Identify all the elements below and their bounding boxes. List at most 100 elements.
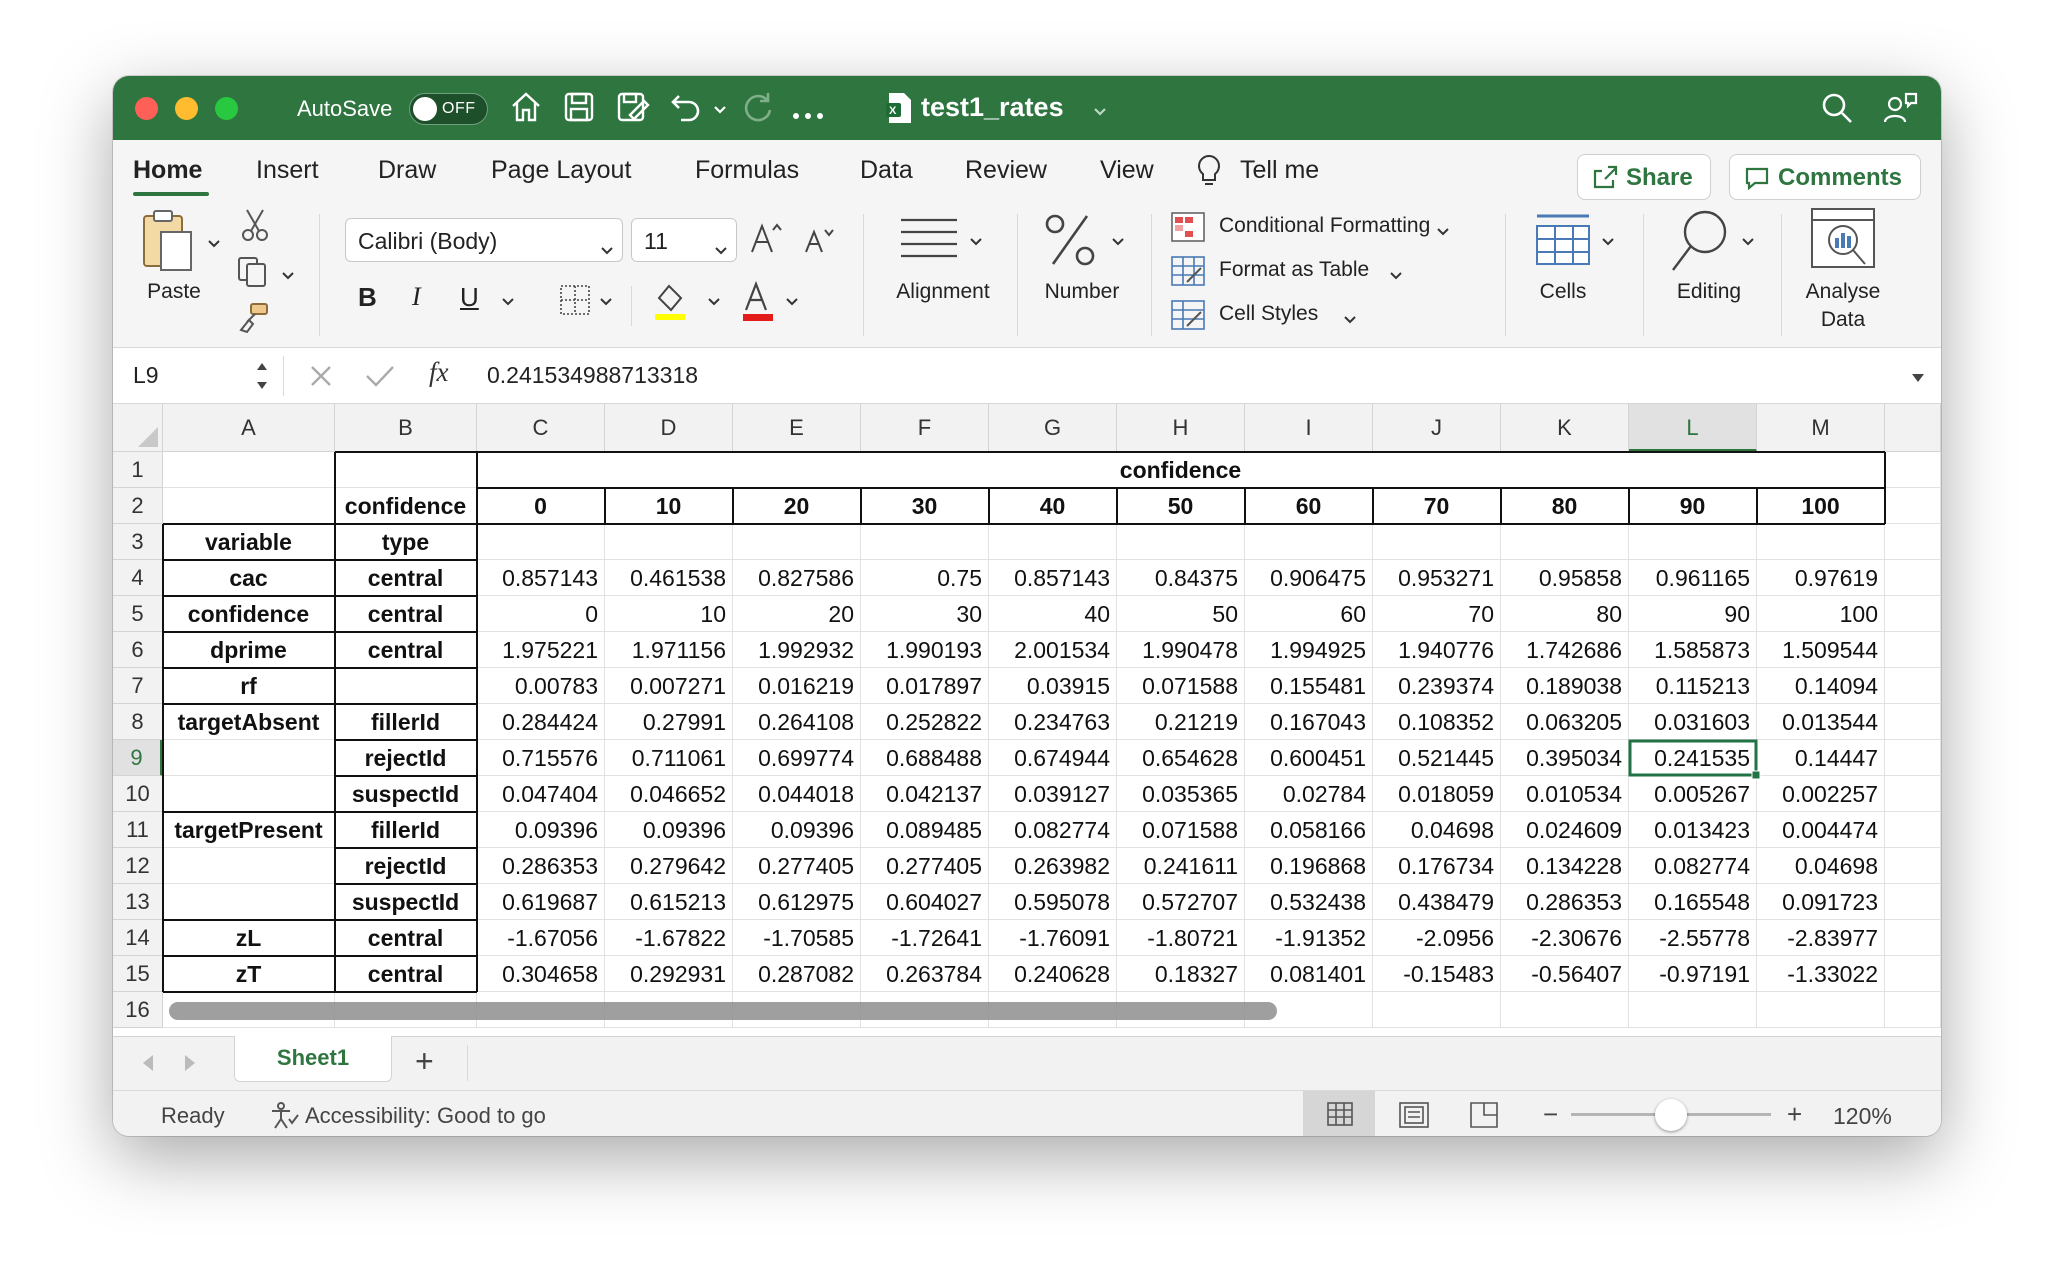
row-header[interactable]: 15	[113, 956, 163, 992]
cell[interactable]: rf	[163, 668, 335, 704]
cell[interactable]: 0.395034	[1501, 740, 1629, 776]
tab-view[interactable]: View	[1100, 156, 1154, 185]
cell[interactable]: 60	[1245, 488, 1373, 524]
borders-icon[interactable]	[559, 284, 591, 321]
cell[interactable]: 0.711061	[605, 740, 733, 776]
cut-icon[interactable]	[241, 208, 269, 247]
cell[interactable]: 0.240628	[989, 956, 1117, 992]
accessibility-icon[interactable]	[269, 1101, 299, 1134]
cell[interactable]: 2.001534	[989, 632, 1117, 668]
cell[interactable]	[1501, 524, 1629, 560]
borders-chevron-down-icon[interactable]	[599, 294, 613, 312]
column-header[interactable]: D	[605, 404, 733, 452]
increase-font-size-icon[interactable]	[749, 220, 785, 261]
column-header[interactable]: I	[1245, 404, 1373, 452]
cell[interactable]: 0.21219	[1117, 704, 1245, 740]
copy-icon[interactable]	[237, 256, 273, 293]
cell[interactable]: -0.56407	[1501, 956, 1629, 992]
cell[interactable]: 0.063205	[1501, 704, 1629, 740]
cell[interactable]: 70	[1373, 488, 1501, 524]
cell[interactable]: 0.09396	[733, 812, 861, 848]
column-header[interactable]: F	[861, 404, 989, 452]
cell[interactable]: 0.004474	[1757, 812, 1885, 848]
expand-formula-bar-icon[interactable]	[1911, 370, 1925, 388]
cell[interactable]: 30	[861, 488, 989, 524]
share-button[interactable]: Share	[1577, 154, 1711, 200]
row-header[interactable]: 16	[113, 992, 163, 1028]
tab-review[interactable]: Review	[965, 156, 1047, 185]
cell[interactable]: 0.604027	[861, 884, 989, 920]
cell[interactable]: 0.071588	[1117, 668, 1245, 704]
cell-styles-chevron-down-icon[interactable]	[1343, 312, 1357, 330]
cell[interactable]	[1885, 668, 1941, 704]
cell[interactable]: 0.00783	[477, 668, 605, 704]
column-header[interactable]: K	[1501, 404, 1629, 452]
fill-color-icon[interactable]	[653, 282, 687, 327]
previous-sheet-icon[interactable]	[141, 1053, 155, 1078]
zoom-level[interactable]: 120%	[1833, 1103, 1892, 1130]
cell[interactable]: 50	[1117, 488, 1245, 524]
cell[interactable]: 0.189038	[1501, 668, 1629, 704]
normal-view-button[interactable]	[1303, 1091, 1375, 1136]
next-sheet-icon[interactable]	[183, 1053, 197, 1078]
cell[interactable]: 100	[1757, 596, 1885, 632]
cell[interactable]: 0	[477, 488, 605, 524]
cell[interactable]: variable	[163, 524, 335, 560]
cell[interactable]: 1.585873	[1629, 632, 1757, 668]
number-chevron-down-icon[interactable]	[1111, 234, 1125, 252]
format-as-table-chevron-down-icon[interactable]	[1389, 268, 1403, 286]
cell[interactable]: rejectId	[335, 848, 477, 884]
cell[interactable]	[861, 524, 989, 560]
cell[interactable]: 0.176734	[1373, 848, 1501, 884]
undo-dropdown-chevron-icon[interactable]	[713, 102, 727, 120]
row-header[interactable]: 5	[113, 596, 163, 632]
font-name-dropdown[interactable]: Calibri (Body)	[345, 218, 623, 262]
cell-styles-button[interactable]: Cell Styles	[1219, 302, 1318, 326]
cell[interactable]: 0	[477, 596, 605, 632]
zoom-in-button[interactable]: +	[1787, 1099, 1802, 1130]
column-header[interactable]: G	[989, 404, 1117, 452]
cell[interactable]: 0.007271	[605, 668, 733, 704]
cells-chevron-down-icon[interactable]	[1601, 234, 1615, 252]
cell[interactable]: central	[335, 632, 477, 668]
cell[interactable]: 0.165548	[1629, 884, 1757, 920]
cell[interactable]	[163, 848, 335, 884]
page-layout-view-icon[interactable]	[1399, 1102, 1429, 1133]
cell[interactable]: 1.990193	[861, 632, 989, 668]
cell[interactable]: 0.18327	[1117, 956, 1245, 992]
cell[interactable]: 1.940776	[1373, 632, 1501, 668]
cell[interactable]	[163, 776, 335, 812]
cell[interactable]	[1885, 956, 1941, 992]
column-header[interactable]: A	[163, 404, 335, 452]
cell[interactable]: 0.438479	[1373, 884, 1501, 920]
cell[interactable]: 0.97619	[1757, 560, 1885, 596]
cell[interactable]	[1501, 992, 1629, 1028]
underline-chevron-down-icon[interactable]	[501, 294, 515, 312]
cell[interactable]	[1629, 524, 1757, 560]
row-header[interactable]: 6	[113, 632, 163, 668]
cell[interactable]	[335, 668, 477, 704]
account-icon[interactable]	[1883, 90, 1919, 131]
cell[interactable]: 0.84375	[1117, 560, 1245, 596]
cell[interactable]: 0.263784	[861, 956, 989, 992]
cell[interactable]	[1885, 524, 1941, 560]
cell[interactable]	[163, 740, 335, 776]
sheet-tab-sheet1[interactable]: Sheet1	[234, 1036, 392, 1082]
cell[interactable]: -1.67822	[605, 920, 733, 956]
select-all-corner[interactable]	[113, 404, 163, 452]
zoom-out-button[interactable]: −	[1543, 1099, 1558, 1130]
tab-home[interactable]: Home	[133, 156, 202, 185]
cell[interactable]: 0.002257	[1757, 776, 1885, 812]
cell[interactable]: fillerId	[335, 704, 477, 740]
cell[interactable]: 0.082774	[1629, 848, 1757, 884]
cell[interactable]: 0.089485	[861, 812, 989, 848]
cell[interactable]: 0.284424	[477, 704, 605, 740]
cell[interactable]: 0.03915	[989, 668, 1117, 704]
cell[interactable]: 90	[1629, 488, 1757, 524]
cell[interactable]: targetAbsent	[163, 704, 335, 740]
page-break-view-icon[interactable]	[1469, 1101, 1499, 1134]
cell[interactable]	[1245, 524, 1373, 560]
cell[interactable]	[335, 452, 477, 488]
cell[interactable]: 0.046652	[605, 776, 733, 812]
cell[interactable]: 0.461538	[605, 560, 733, 596]
